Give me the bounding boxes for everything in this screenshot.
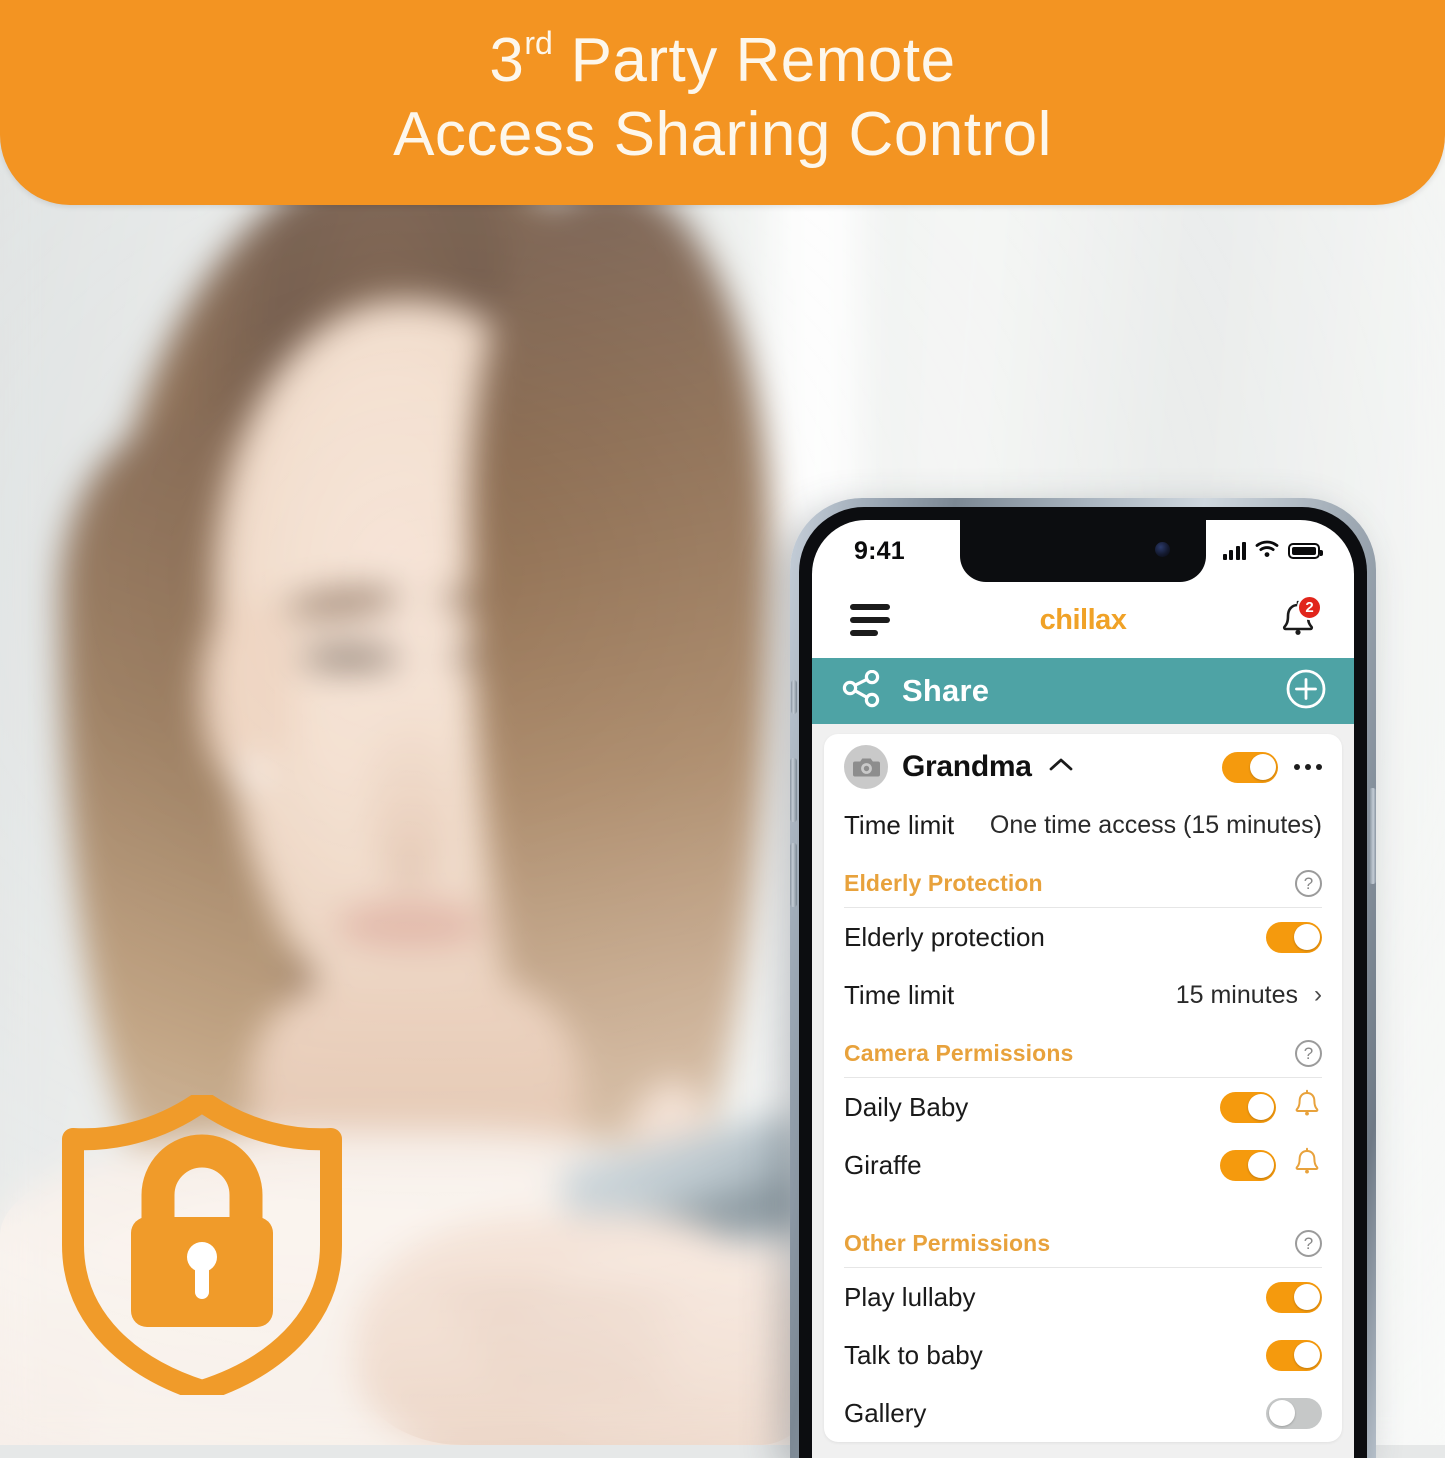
- hamburger-menu-icon[interactable]: [850, 604, 890, 636]
- help-circle-icon[interactable]: ?: [1295, 870, 1322, 897]
- user-card-controls: [1222, 751, 1322, 783]
- help-circle-icon[interactable]: ?: [1295, 1040, 1322, 1067]
- phone-silent-switch[interactable]: [791, 680, 797, 714]
- play-lullaby-toggle[interactable]: [1266, 1281, 1322, 1313]
- phone-mockup: 9:41 chillax 2 Share Grandma Time limit …: [790, 498, 1376, 1458]
- app-header: chillax 2: [812, 582, 1354, 658]
- share-nodes-icon[interactable]: [842, 669, 882, 713]
- summary-time-limit-row: Time limit One time access (15 minutes): [844, 796, 1322, 854]
- row-controls: [1220, 1147, 1322, 1184]
- user-enable-toggle[interactable]: [1222, 751, 1278, 783]
- section-title: Camera Permissions: [844, 1040, 1074, 1066]
- row-label: Giraffe: [844, 1149, 922, 1180]
- help-circle-icon[interactable]: ?: [1295, 1230, 1322, 1257]
- plus-circle-icon[interactable]: [1284, 667, 1328, 716]
- row-label: Elderly protection: [844, 921, 1045, 952]
- row-gallery: Gallery: [844, 1384, 1322, 1442]
- row-elderly-protection: Elderly protection: [844, 908, 1322, 966]
- phone-screen: 9:41 chillax 2 Share Grandma Time limit …: [812, 520, 1354, 1458]
- bell-outline-icon[interactable]: [1292, 1089, 1322, 1126]
- daily-baby-toggle[interactable]: [1220, 1091, 1276, 1123]
- row-giraffe: Giraffe: [844, 1136, 1322, 1194]
- user-name: Grandma: [902, 750, 1032, 783]
- notification-bell-icon[interactable]: 2: [1276, 595, 1322, 642]
- row-daily-baby: Daily Baby: [844, 1078, 1322, 1136]
- chevron-up-icon[interactable]: [1046, 755, 1076, 780]
- status-bar: 9:41: [812, 520, 1354, 582]
- phone-volume-down-button[interactable]: [790, 758, 797, 822]
- section-header-elderly-protection: Elderly Protection ?: [844, 854, 1322, 908]
- giraffe-toggle[interactable]: [1220, 1149, 1276, 1181]
- notification-badge-count: 2: [1297, 595, 1322, 620]
- app-brand-logo: chillax: [1039, 603, 1127, 636]
- banner-ordinal-number: 3: [489, 26, 525, 96]
- row-talk-to-baby: Talk to baby: [844, 1326, 1322, 1384]
- row-play-lullaby: Play lullaby: [844, 1268, 1322, 1326]
- more-options-icon[interactable]: [1294, 764, 1322, 770]
- row-label: Talk to baby: [844, 1339, 983, 1370]
- user-card-header[interactable]: Grandma: [844, 734, 1322, 796]
- status-icons: [1222, 540, 1323, 563]
- section-header-other-permissions: Other Permissions ?: [844, 1214, 1322, 1268]
- banner-title-line-2: Access Sharing Control: [393, 99, 1052, 169]
- row-label: Play lullaby: [844, 1281, 976, 1312]
- row-label: Gallery: [844, 1397, 927, 1428]
- section-title: Other Permissions: [844, 1230, 1051, 1256]
- user-card-grandma: Grandma Time limit One time access (15 m…: [824, 734, 1342, 1442]
- row-label: Daily Baby: [844, 1091, 969, 1122]
- row-controls: [1220, 1089, 1322, 1126]
- elderly-protection-toggle[interactable]: [1266, 921, 1322, 953]
- row-label: Time limit: [844, 979, 955, 1010]
- gallery-toggle[interactable]: [1266, 1397, 1322, 1429]
- banner-title-line-1-rest: Party Remote: [552, 26, 956, 96]
- share-bar: Share: [812, 658, 1354, 724]
- share-settings-content[interactable]: Grandma Time limit One time access (15 m…: [812, 724, 1354, 1458]
- bell-outline-icon[interactable]: [1292, 1147, 1322, 1184]
- row-value-group: 15 minutes ›: [1176, 981, 1322, 1010]
- wifi-icon: [1255, 540, 1279, 563]
- user-card-identity: Grandma: [844, 745, 1076, 789]
- phone-power-button[interactable]: [1369, 788, 1376, 884]
- banner-title-line-1: 3rd Party Remote: [489, 26, 956, 96]
- time-limit-value: 15 minutes: [1175, 980, 1298, 1009]
- summary-time-limit-value: One time access (15 minutes): [989, 810, 1322, 839]
- chevron-right-icon[interactable]: ›: [1314, 983, 1322, 1007]
- summary-time-limit-label: Time limit: [844, 809, 955, 840]
- section-title: Elderly Protection: [844, 870, 1043, 896]
- phone-volume-up-button[interactable]: [790, 843, 797, 907]
- banner-ordinal-suffix: rd: [524, 24, 553, 61]
- shield-lock-icon: [57, 1090, 347, 1402]
- row-elderly-time-limit[interactable]: Time limit 15 minutes ›: [844, 966, 1322, 1024]
- share-title: Share: [902, 673, 990, 708]
- cellular-signal-icon: [1222, 541, 1246, 560]
- section-header-camera-permissions: Camera Permissions ?: [844, 1024, 1322, 1078]
- title-banner: 3rd Party Remote Access Sharing Control: [0, 0, 1445, 205]
- battery-icon: [1288, 543, 1323, 559]
- talk-to-baby-toggle[interactable]: [1266, 1339, 1322, 1371]
- share-bar-left: Share: [842, 669, 990, 713]
- camera-avatar-icon: [844, 745, 888, 789]
- status-time: 9:41: [854, 536, 905, 565]
